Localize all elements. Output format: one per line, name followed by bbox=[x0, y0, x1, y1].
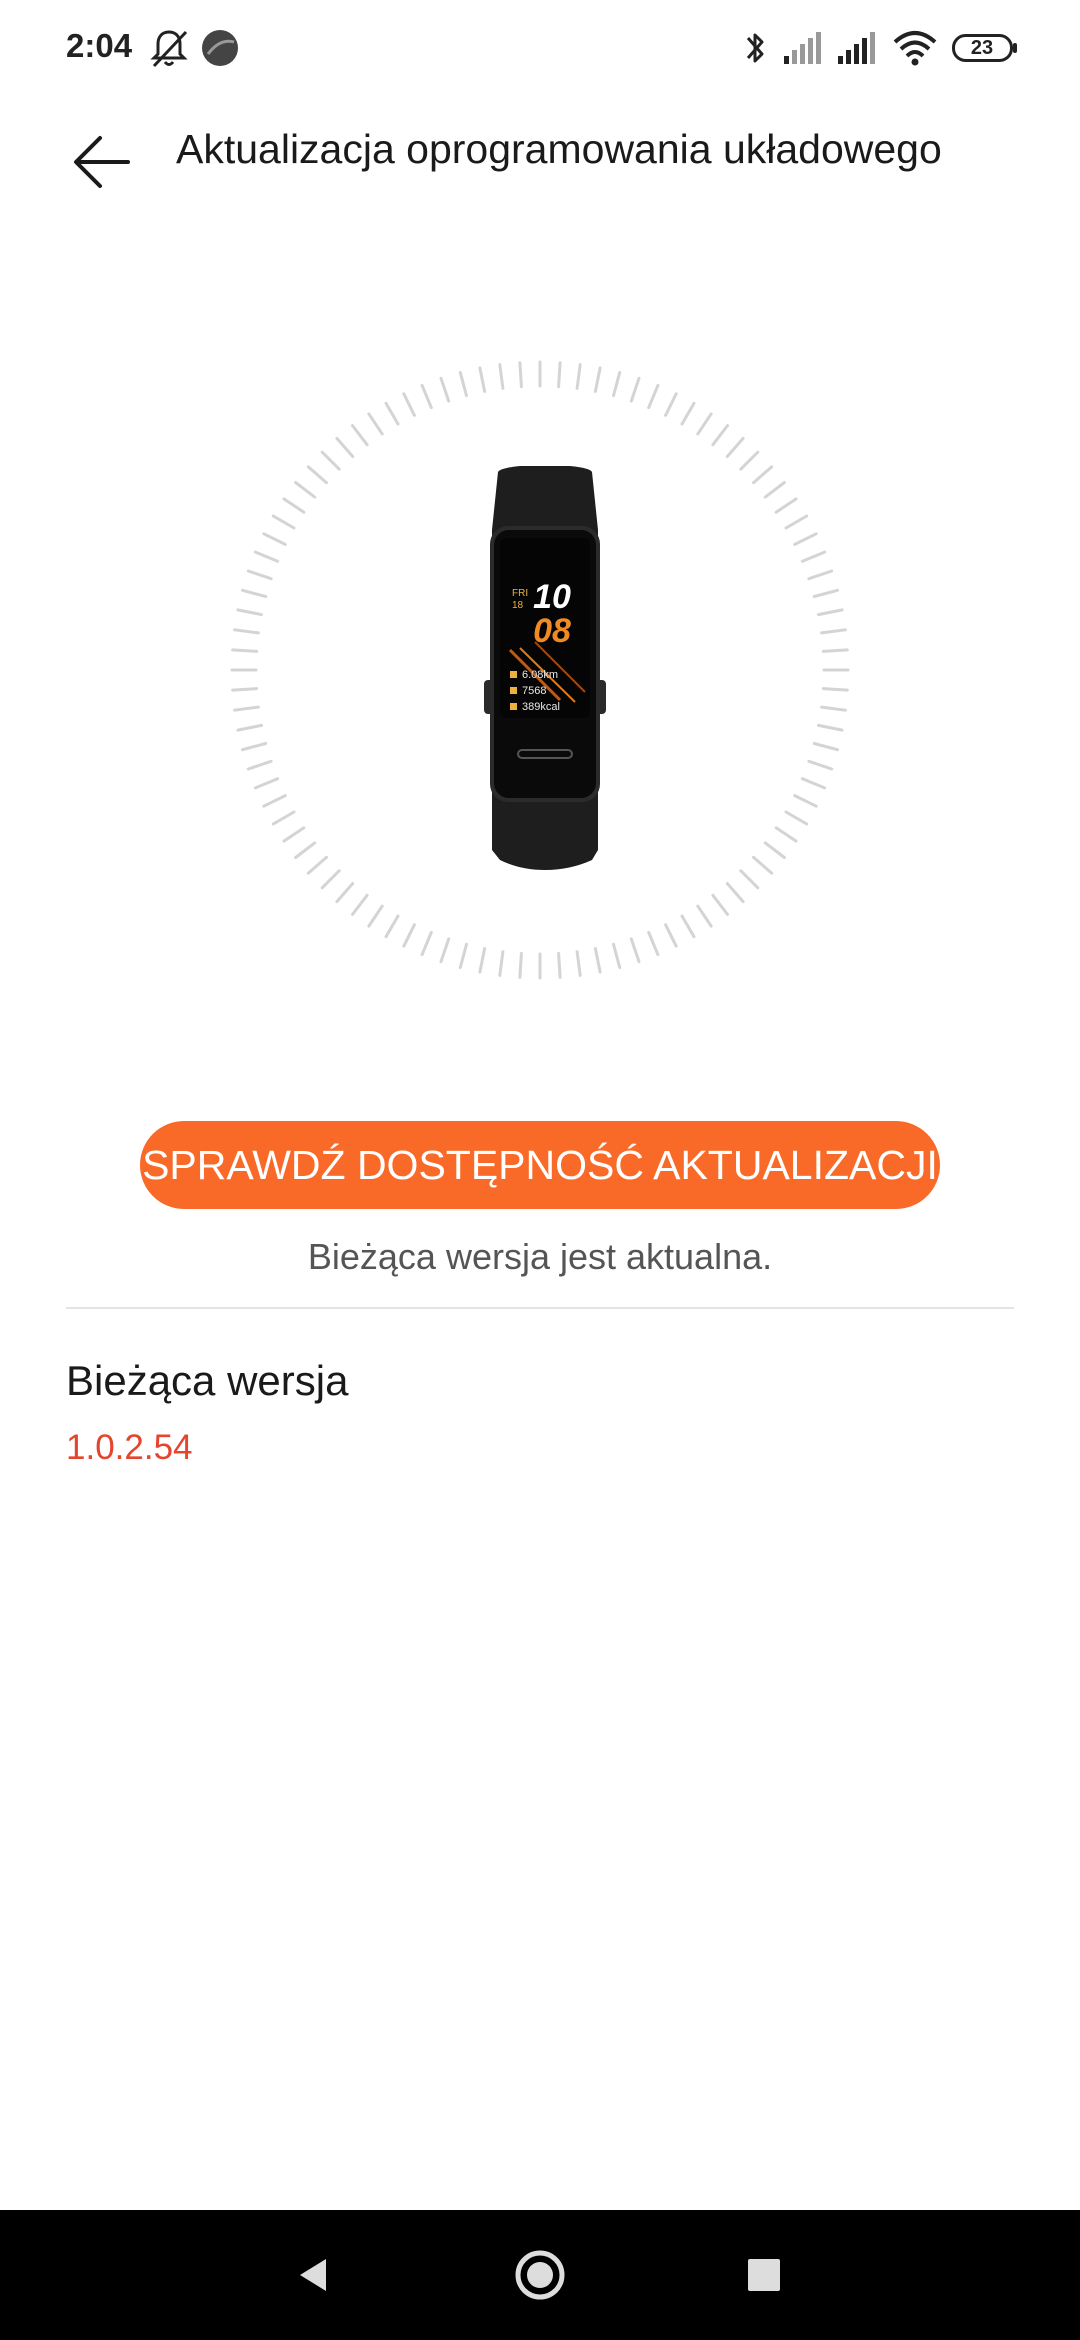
band-hour: 10 bbox=[533, 578, 571, 616]
band-calories: 389kcal bbox=[522, 701, 560, 713]
system-nav-bar bbox=[0, 2210, 1080, 2340]
nav-home-button[interactable] bbox=[500, 2240, 580, 2310]
back-triangle-icon bbox=[300, 2259, 326, 2291]
status-bar: 2:04 23 bbox=[0, 0, 1080, 96]
current-version-label: Bieżąca wersja bbox=[66, 1357, 349, 1404]
band-minute: 08 bbox=[533, 612, 571, 650]
divider bbox=[66, 1307, 1014, 1309]
bluetooth-icon bbox=[746, 33, 764, 63]
recents-square-icon bbox=[748, 2259, 780, 2291]
signal-icon bbox=[784, 32, 821, 64]
band-day: FRI bbox=[512, 588, 528, 599]
check-updates-button[interactable]: SPRAWDŹ DOSTĘPNOŚĆ AKTUALIZACJI bbox=[140, 1121, 940, 1209]
status-time: 2:04 bbox=[66, 27, 133, 64]
wifi-icon bbox=[893, 31, 937, 66]
app-bar: Aktualizacja oprogramowania układowego bbox=[0, 96, 1080, 214]
firmware-update-screen: 2:04 23 Aktualizacja oprogramowania ukła… bbox=[0, 0, 1080, 2340]
battery-level: 23 bbox=[970, 37, 994, 59]
signal-icon bbox=[838, 32, 875, 64]
nav-recents-button[interactable] bbox=[724, 2240, 804, 2310]
current-version-value: 1.0.2.54 bbox=[66, 1428, 193, 1467]
smart-band-image: 10 08 FRI 18 6.08km 7568 389kcal bbox=[484, 466, 606, 870]
notifications-off-icon bbox=[150, 30, 188, 68]
nav-back-button[interactable] bbox=[274, 2240, 354, 2310]
back-button[interactable] bbox=[54, 114, 150, 210]
band-steps: 7568 bbox=[522, 685, 546, 697]
home-circle-icon bbox=[515, 2250, 565, 2300]
circle-app-icon bbox=[202, 30, 238, 66]
battery-icon: 23 bbox=[952, 34, 1018, 62]
arrow-left-icon bbox=[74, 136, 130, 188]
page-title: Aktualizacja oprogramowania układowego bbox=[176, 126, 942, 172]
device-illustration: 10 08 FRI 18 6.08km 7568 389kcal bbox=[0, 330, 1080, 1010]
band-distance: 6.08km bbox=[522, 669, 558, 681]
band-date: 18 bbox=[512, 600, 524, 611]
update-status-message: Bieżąca wersja jest aktualna. bbox=[307, 1236, 773, 1277]
